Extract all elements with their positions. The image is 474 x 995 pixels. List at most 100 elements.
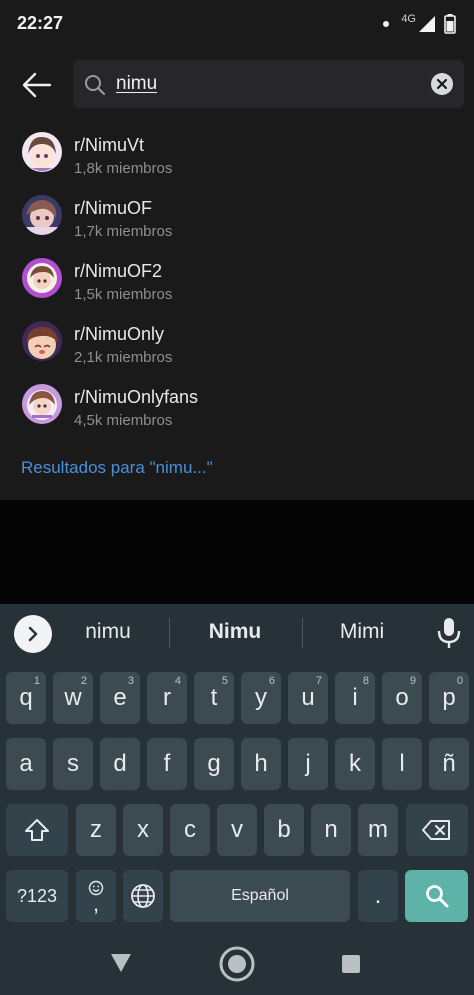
- key-b[interactable]: b: [264, 804, 304, 856]
- result-item[interactable]: r/NimuOF 1,7k miembros: [0, 193, 474, 256]
- key-label: p: [442, 684, 456, 711]
- key-label: a: [19, 750, 33, 777]
- arrow-left-icon: [22, 72, 52, 98]
- key-a[interactable]: a: [6, 738, 46, 790]
- key-r[interactable]: r4: [147, 672, 187, 724]
- signal-icon: [419, 16, 435, 32]
- suggestion-1[interactable]: nimu: [68, 620, 148, 644]
- backspace-key[interactable]: [406, 804, 468, 856]
- back-button[interactable]: [20, 68, 54, 102]
- key-h[interactable]: h: [241, 738, 281, 790]
- community-avatar: [22, 321, 62, 361]
- key-c[interactable]: c: [170, 804, 210, 856]
- key-hint: 4: [174, 675, 181, 687]
- search-input[interactable]: [116, 68, 416, 100]
- key-hint: 5: [221, 675, 228, 687]
- key-label: .: [374, 882, 382, 909]
- network-type: 4G: [401, 13, 416, 25]
- expand-chevron-icon: [28, 626, 38, 642]
- key-label: w: [64, 684, 82, 711]
- key-label: s: [67, 750, 79, 777]
- clear-x-icon: [437, 79, 447, 89]
- key-label: o: [395, 684, 409, 711]
- space-key[interactable]: Español: [170, 870, 350, 922]
- key-l[interactable]: l: [382, 738, 422, 790]
- home-circle-icon[interactable]: [218, 945, 256, 983]
- back-triangle-icon[interactable]: [109, 952, 133, 974]
- search-box[interactable]: [73, 60, 464, 108]
- clear-search-button[interactable]: [431, 73, 453, 95]
- key-label: f: [163, 750, 171, 777]
- community-name: r/NimuOnly: [74, 324, 165, 344]
- result-item[interactable]: r/NimuOnly 2,1k miembros: [0, 319, 474, 382]
- key-z[interactable]: z: [76, 804, 116, 856]
- mic-icon: [437, 618, 461, 648]
- member-count: 1,5k miembros: [74, 286, 173, 303]
- key-label: y: [255, 684, 267, 711]
- key-label: g: [207, 750, 221, 777]
- key-t[interactable]: t5: [194, 672, 234, 724]
- key-label: j: [305, 750, 311, 777]
- key-label: i: [352, 684, 358, 711]
- key-label: u: [301, 684, 315, 711]
- period-key[interactable]: .: [358, 870, 398, 922]
- expand-toolbar-button[interactable]: [14, 615, 52, 653]
- key-q[interactable]: q1: [6, 672, 46, 724]
- result-item[interactable]: r/NimuVt 1,8k miembros: [0, 130, 474, 193]
- voice-input-button[interactable]: [436, 616, 462, 650]
- suggestion-3[interactable]: Mimi: [322, 620, 402, 644]
- search-icon: [425, 885, 448, 908]
- shift-key[interactable]: [6, 804, 68, 856]
- key-label: m: [368, 816, 388, 843]
- see-all-results-link[interactable]: Resultados para "nimu...": [21, 458, 213, 478]
- key-g[interactable]: g: [194, 738, 234, 790]
- key-label: e: [113, 684, 127, 711]
- key-label: z: [90, 816, 102, 843]
- key-m[interactable]: m: [358, 804, 398, 856]
- member-count: 1,8k miembros: [74, 160, 173, 177]
- key-w[interactable]: w2: [53, 672, 93, 724]
- key-o[interactable]: o9: [382, 672, 422, 724]
- key-label: b: [277, 816, 291, 843]
- key-n[interactable]: n: [311, 804, 351, 856]
- key-label: r: [163, 684, 171, 711]
- key-d[interactable]: d: [100, 738, 140, 790]
- key-label: h: [254, 750, 268, 777]
- result-item[interactable]: r/NimuOnlyfans 4,5k miembros: [0, 382, 474, 445]
- search-action-key[interactable]: [405, 870, 468, 922]
- key-x[interactable]: x: [123, 804, 163, 856]
- member-count: 4,5k miembros: [74, 412, 173, 429]
- key-i[interactable]: i8: [335, 672, 375, 724]
- recents-square-icon[interactable]: [341, 954, 361, 974]
- key-label: q: [19, 684, 33, 711]
- language-key[interactable]: [123, 870, 163, 922]
- key-v[interactable]: v: [217, 804, 257, 856]
- member-count: 2,1k miembros: [74, 349, 173, 366]
- key-y[interactable]: y6: [241, 672, 281, 724]
- emoji-comma-key[interactable]: ,: [76, 870, 116, 922]
- community-avatar: [22, 132, 62, 172]
- key-n-tilde[interactable]: ñ: [429, 738, 469, 790]
- key-hint: 2: [80, 675, 87, 687]
- key-j[interactable]: j: [288, 738, 328, 790]
- key-label: x: [137, 816, 149, 843]
- status-icons: 4G: [383, 13, 456, 34]
- key-hint: 8: [362, 675, 369, 687]
- result-item[interactable]: r/NimuOF2 1,5k miembros: [0, 256, 474, 319]
- key-k[interactable]: k: [335, 738, 375, 790]
- key-f[interactable]: f: [147, 738, 187, 790]
- key-u[interactable]: u7: [288, 672, 328, 724]
- key-label: ñ: [442, 750, 456, 777]
- key-e[interactable]: e3: [100, 672, 140, 724]
- key-label: n: [324, 816, 338, 843]
- key-label: t: [210, 684, 218, 711]
- key-label: ,: [92, 891, 100, 916]
- key-label: Español: [231, 887, 289, 904]
- key-p[interactable]: p0: [429, 672, 469, 724]
- key-label: v: [231, 816, 243, 843]
- key-s[interactable]: s: [53, 738, 93, 790]
- suggestion-2[interactable]: Nimu: [190, 620, 280, 644]
- symbols-key[interactable]: ?123: [6, 870, 68, 922]
- member-count: 1,7k miembros: [74, 223, 173, 240]
- notification-dot-icon: [383, 21, 390, 27]
